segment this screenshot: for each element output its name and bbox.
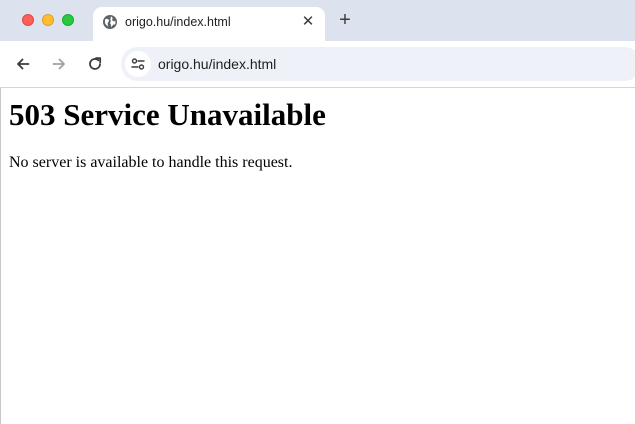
back-button[interactable] (13, 54, 33, 74)
tab-close-button[interactable]: ✕ (300, 13, 316, 31)
browser-toolbar: origo.hu/index.html (0, 41, 635, 88)
window-maximize-button[interactable] (62, 14, 74, 26)
reload-icon (89, 57, 102, 70)
tab-strip: origo.hu/index.html ✕ + (0, 0, 635, 41)
globe-icon (102, 14, 118, 30)
new-tab-button[interactable]: + (334, 9, 356, 31)
window-minimize-button[interactable] (42, 14, 54, 26)
arrow-left-icon (17, 58, 30, 70)
arrow-right-icon (52, 58, 65, 70)
site-info-button[interactable] (125, 51, 151, 77)
window-close-button[interactable] (22, 14, 34, 26)
browser-tab[interactable]: origo.hu/index.html ✕ (93, 7, 325, 41)
page-content: 503 Service Unavailable No server is ava… (0, 88, 635, 424)
address-bar[interactable]: origo.hu/index.html (121, 47, 635, 81)
window-edge (0, 88, 1, 424)
tune-icon (131, 58, 145, 70)
tab-title: origo.hu/index.html (125, 15, 231, 29)
url-text[interactable]: origo.hu/index.html (158, 55, 276, 73)
reload-button[interactable] (85, 54, 105, 74)
error-message: No server is available to handle this re… (9, 154, 293, 171)
forward-button[interactable] (49, 54, 69, 74)
page-title: 503 Service Unavailable (9, 97, 326, 132)
